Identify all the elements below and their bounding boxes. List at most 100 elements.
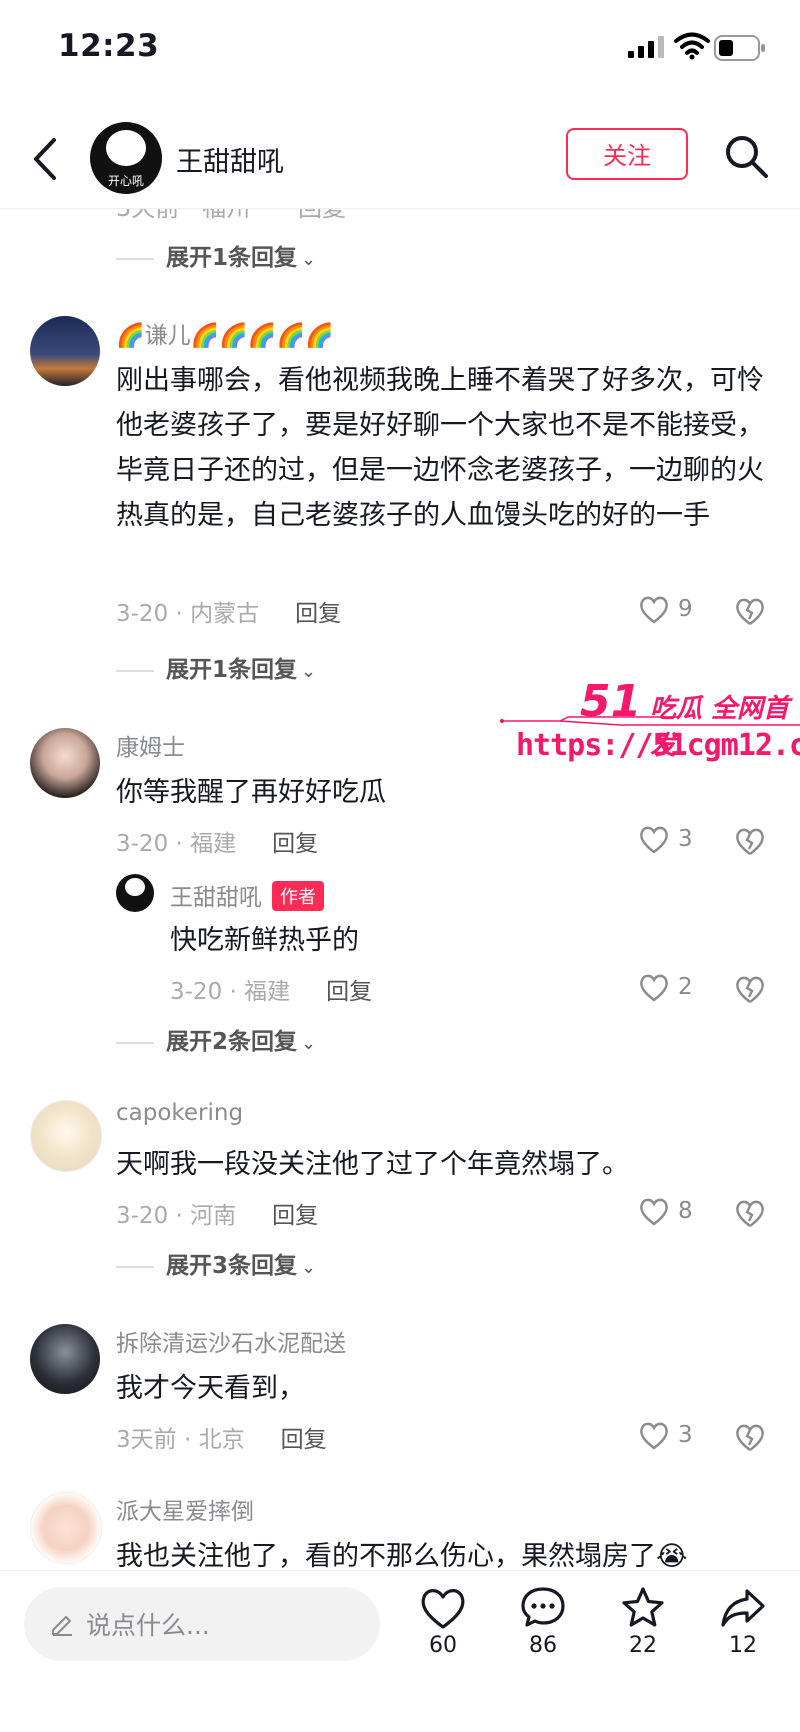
like-video-button[interactable]: 60 <box>408 1585 478 1695</box>
chevron-down-icon: ⌄ <box>301 661 317 682</box>
share-count: 12 <box>729 1633 757 1658</box>
wifi-icon <box>674 32 710 60</box>
follow-button[interactable]: 关注 <box>566 128 688 180</box>
user-name[interactable]: 王甜甜吼 <box>176 140 284 179</box>
expand-label: 展开3条回复 <box>166 1253 298 1279</box>
like-button[interactable]: 3 <box>638 1420 718 1454</box>
circuit-line-icon <box>500 716 800 726</box>
like-count: 3 <box>678 826 693 852</box>
reply-meta: 3-20 · 福建 回复 <box>170 972 372 1006</box>
heart-icon <box>640 596 668 624</box>
like-count: 60 <box>429 1633 457 1658</box>
divider-line <box>116 1041 154 1044</box>
status-time: 12:23 <box>58 28 160 64</box>
reply-button[interactable]: 回复 <box>281 1427 327 1453</box>
comment-date: 3-20 · 河南 <box>116 1203 237 1229</box>
expand-replies-button[interactable]: 展开1条回复 ⌄ <box>116 650 316 684</box>
divider-line <box>116 669 154 672</box>
comment-text[interactable]: 天啊我一段没关注他了过了个年竟然塌了。 <box>116 1142 776 1187</box>
expand-label: 展开1条回复 <box>166 657 298 683</box>
broken-heart-icon[interactable] <box>734 1422 766 1454</box>
comment-meta: 3天前 · 北京 回复 <box>116 1420 327 1454</box>
chevron-down-icon: ⌄ <box>301 1257 317 1278</box>
comment-bubble-icon <box>521 1587 565 1627</box>
panda-face-icon <box>106 130 146 166</box>
commenter-name[interactable]: 🌈谦儿🌈🌈🌈🌈🌈 <box>116 316 334 350</box>
like-count: 2 <box>678 974 693 1000</box>
reply-button[interactable]: 回复 <box>295 601 341 627</box>
comment-date: 3天前 · 北京 <box>116 1427 245 1453</box>
expand-replies-button[interactable]: 展开1条回复 ⌄ <box>116 238 316 272</box>
commenter-avatar[interactable] <box>30 1492 102 1564</box>
bottom-action-bar: 60 86 22 12 <box>0 1570 800 1732</box>
comments-button[interactable]: 86 <box>508 1585 578 1695</box>
reply-button[interactable]: 回复 <box>272 1203 318 1229</box>
share-button[interactable]: 12 <box>708 1585 778 1695</box>
comment-input-box[interactable] <box>24 1587 380 1661</box>
broken-heart-icon[interactable] <box>734 1198 766 1230</box>
heart-icon <box>640 1422 668 1450</box>
comment-text[interactable]: 你等我醒了再好好吃瓜 <box>116 770 776 815</box>
expand-label: 展开1条回复 <box>166 245 298 271</box>
reply-avatar[interactable] <box>116 874 154 912</box>
comment-text[interactable]: 刚出事哪会，看他视频我晚上睡不着哭了好多次，可怜他老婆孩子了，要是好好聊一个大家… <box>116 358 776 538</box>
like-button[interactable]: 8 <box>638 1196 718 1230</box>
expand-replies-button[interactable]: 展开3条回复 ⌄ <box>116 1246 316 1280</box>
commenter-avatar[interactable] <box>30 1324 100 1394</box>
comment-date: 3-20 · 内蒙古 <box>116 601 260 627</box>
panda-face-icon <box>125 878 145 896</box>
cellular-signal-icon <box>628 36 664 58</box>
commenter-name[interactable]: 康姆士 <box>116 728 185 762</box>
commenter-avatar[interactable] <box>30 728 100 798</box>
like-button[interactable]: 3 <box>638 824 718 858</box>
commenter-name[interactable]: capokering <box>116 1100 243 1126</box>
divider-line <box>116 1265 154 1268</box>
comment-date: 3-20 · 福建 <box>116 831 237 857</box>
broken-heart-icon[interactable] <box>734 596 766 628</box>
reply-author[interactable]: 王甜甜吼 作者 <box>170 878 324 912</box>
commenter-avatar[interactable] <box>30 316 100 386</box>
like-button[interactable]: 9 <box>638 594 718 628</box>
reply-button[interactable]: 回复 <box>326 979 372 1005</box>
broken-heart-icon[interactable] <box>734 974 766 1006</box>
avatar-caption: 开心吼 <box>107 174 144 188</box>
reply-button[interactable]: 回复 <box>272 831 318 857</box>
star-icon <box>622 1587 664 1627</box>
heart-icon <box>640 1198 668 1226</box>
divider-line <box>116 257 154 260</box>
reply-text[interactable]: 快吃新鲜热乎的 <box>170 918 730 963</box>
watermark-url: https://51cgm12.com <box>516 728 800 763</box>
comment-input[interactable] <box>84 1603 368 1647</box>
like-count: 9 <box>678 596 693 622</box>
like-count: 3 <box>678 1422 693 1448</box>
like-button[interactable]: 2 <box>638 972 718 1006</box>
reply-date: 3-20 · 福建 <box>170 979 291 1005</box>
status-bar: 12:23 <box>0 0 800 100</box>
battery-icon <box>714 35 765 61</box>
comment-meta: 3-20 · 河南 回复 <box>116 1196 318 1230</box>
chevron-down-icon: ⌄ <box>301 1033 317 1054</box>
favorite-button[interactable]: 22 <box>608 1585 678 1695</box>
like-count: 8 <box>678 1198 693 1224</box>
comment-meta: 3-20 · 内蒙古 回复 <box>116 594 341 628</box>
share-arrow-icon <box>721 1589 765 1627</box>
commenter-name[interactable]: 派大星爱摔倒 <box>116 1492 254 1526</box>
author-badge: 作者 <box>272 881 324 911</box>
expand-label: 展开2条回复 <box>166 1029 298 1055</box>
favorite-count: 22 <box>629 1633 657 1658</box>
search-icon[interactable] <box>722 132 770 180</box>
comment-meta: 3-20 · 福建 回复 <box>116 824 318 858</box>
heart-icon <box>421 1589 465 1629</box>
broken-heart-icon[interactable] <box>734 826 766 858</box>
expand-replies-button[interactable]: 展开2条回复 ⌄ <box>116 1022 316 1056</box>
pencil-icon <box>52 1616 72 1636</box>
commenter-name[interactable]: 拆除清运沙石水泥配送 <box>116 1324 346 1358</box>
heart-icon <box>640 826 668 854</box>
user-avatar[interactable]: 开心吼 <box>90 122 162 194</box>
comment-text[interactable]: 我才今天看到， <box>116 1366 776 1411</box>
heart-icon <box>640 974 668 1002</box>
commenter-avatar[interactable] <box>30 1100 102 1172</box>
chevron-down-icon: ⌄ <box>301 249 317 270</box>
back-arrow-icon[interactable] <box>30 136 60 182</box>
profile-header: 开心吼 王甜甜吼 关注 <box>0 112 800 209</box>
